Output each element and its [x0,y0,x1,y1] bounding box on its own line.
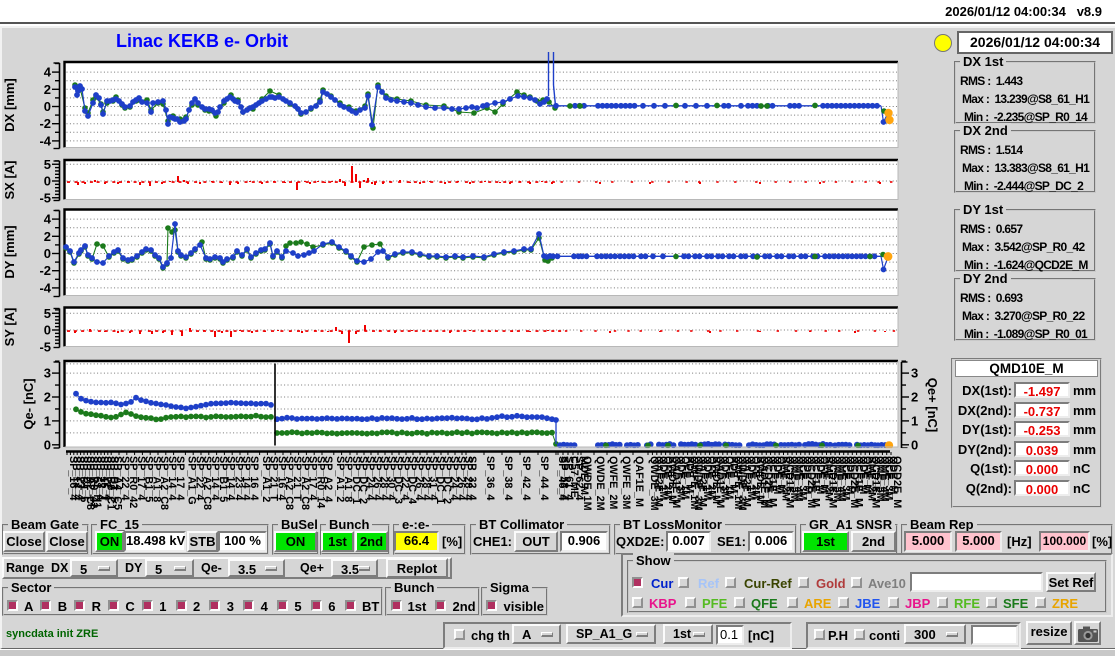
svg-text:0: 0 [44,323,51,338]
svg-text:SX [A]: SX [A] [2,161,17,200]
svg-text:QWFE_3M: QWFE_3M [620,456,632,509]
svg-text:QWDE_2M: QWDE_2M [594,456,606,511]
svg-text:1: 1 [44,413,51,428]
svg-text:Qe+ [nC]: Qe+ [nC] [925,378,940,433]
svg-text:0: 0 [44,246,51,261]
svg-text:DY [mm]: DY [mm] [2,225,17,278]
svg-text:DX [mm]: DX [mm] [2,78,17,131]
svg-text:SY [A]: SY [A] [2,308,17,347]
svg-text:-5: -5 [39,190,51,205]
svg-text:3: 3 [911,366,918,381]
svg-text:-2: -2 [39,116,51,131]
svg-text:QAF1E_M: QAF1E_M [633,456,645,507]
svg-text:-5: -5 [39,339,51,354]
svg-text:SP_36_4: SP_36_4 [484,456,496,500]
svg-text:-4: -4 [39,280,51,295]
svg-text:2: 2 [44,229,51,244]
svg-text:SP_16_4: SP_16_4 [248,456,260,500]
svg-text:2: 2 [44,390,51,405]
svg-text:SP_42_4: SP_42_4 [520,456,532,500]
svg-text:SP_38_4: SP_38_4 [502,456,514,500]
svg-text:3: 3 [44,366,51,381]
svg-text:5: 5 [44,306,51,321]
svg-text:-2: -2 [39,263,51,278]
svg-text:0: 0 [44,99,51,114]
svg-text:4: 4 [44,65,52,80]
svg-text:Qe- [nC]: Qe- [nC] [21,378,36,429]
svg-text:-4: -4 [39,133,51,148]
svg-text:SP_44_4: SP_44_4 [538,456,550,500]
svg-text:0: 0 [44,174,51,189]
svg-text:5: 5 [44,157,51,172]
svg-text:1: 1 [911,413,918,428]
svg-text:QCD2E_M: QCD2E_M [891,456,903,508]
svg-text:0: 0 [44,437,51,452]
svg-text:QWFE_2M: QWFE_2M [607,456,619,509]
svg-text:4: 4 [44,212,52,227]
svg-text:2: 2 [44,82,51,97]
svg-text:SP_32_4: SP_32_4 [466,456,478,500]
svg-text:SP_A2_4: SP_A2_4 [322,456,334,502]
svg-text:0: 0 [911,437,918,452]
svg-text:QWDE_1M: QWDE_1M [581,456,593,511]
svg-text:SP_17_4: SP_17_4 [174,456,186,500]
svg-text:2: 2 [911,390,918,405]
